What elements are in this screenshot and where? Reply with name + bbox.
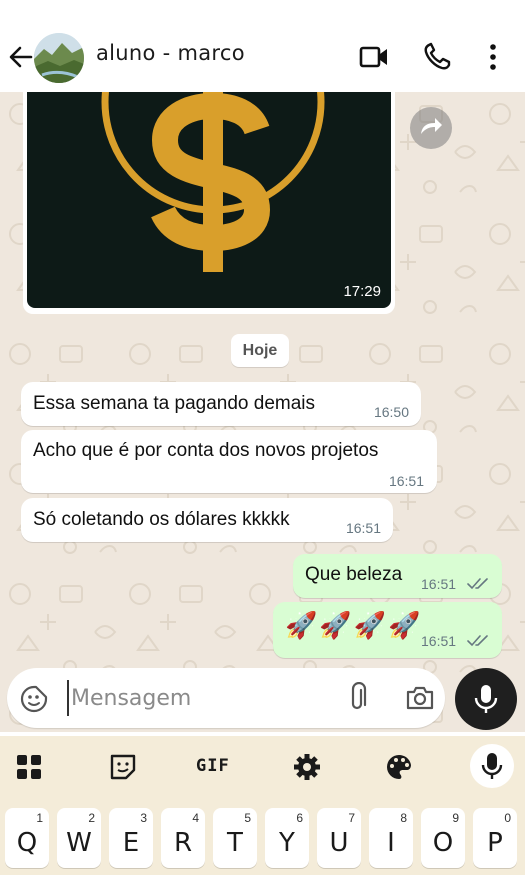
sticker-button[interactable]: [107, 752, 139, 782]
voice-call-button[interactable]: [420, 40, 456, 74]
incoming-message[interactable]: Essa semana ta pagando demais 16:50: [21, 382, 421, 426]
message-time: 16:51: [345, 520, 381, 536]
outgoing-message[interactable]: Que beleza 16:51: [293, 554, 502, 598]
keyboard-voice-button[interactable]: [470, 744, 514, 788]
key-w[interactable]: W2: [57, 808, 101, 868]
more-options-button[interactable]: [478, 40, 508, 74]
message-text: 🚀🚀🚀🚀: [285, 610, 423, 640]
back-button[interactable]: [6, 42, 36, 72]
gear-icon: [294, 754, 320, 780]
forward-icon: [421, 118, 442, 134]
key-char: U: [329, 828, 349, 858]
key-char: Y: [279, 828, 295, 858]
sticker-icon: [110, 754, 136, 780]
key-number: 5: [244, 811, 251, 825]
arrow-left-icon: [9, 46, 33, 68]
key-r[interactable]: R4: [161, 808, 205, 868]
mic-icon: [474, 685, 498, 713]
dollar-coin-image[interactable]: 17:29: [27, 92, 391, 308]
key-char: I: [387, 828, 395, 858]
key-number: 8: [400, 811, 407, 825]
key-e[interactable]: E3: [109, 808, 153, 868]
forward-button[interactable]: [410, 107, 452, 149]
video-call-button[interactable]: [356, 40, 392, 74]
key-number: 2: [88, 811, 95, 825]
paperclip-icon: [351, 681, 367, 710]
key-char: O: [432, 828, 454, 858]
message-composer: [7, 668, 445, 728]
key-char: E: [122, 828, 140, 858]
key-number: 9: [452, 811, 459, 825]
message-text: Que beleza: [305, 564, 403, 585]
message-time: 16:51: [388, 473, 424, 489]
message-time: 16:51: [421, 633, 457, 649]
settings-button[interactable]: [291, 752, 323, 782]
dollar-sign-icon: [101, 92, 325, 272]
key-number: 7: [348, 811, 355, 825]
message-text: Essa semana ta pagando demais: [33, 393, 316, 414]
camera-button[interactable]: [405, 684, 435, 712]
key-number: 3: [140, 811, 147, 825]
voice-message-button[interactable]: [455, 668, 517, 730]
phone-icon: [424, 42, 451, 70]
contact-name[interactable]: aluno - marco: [96, 41, 245, 65]
video-camera-icon: [359, 46, 387, 68]
mic-icon: [481, 753, 503, 779]
key-t[interactable]: T5: [213, 808, 257, 868]
key-number: 0: [504, 811, 511, 825]
message-input[interactable]: [67, 680, 341, 716]
key-number: 6: [296, 811, 303, 825]
attach-button[interactable]: [344, 681, 372, 714]
palette-icon: [387, 755, 411, 779]
message-time: 16:50: [373, 404, 409, 420]
key-number: 1: [36, 811, 43, 825]
key-char: R: [173, 828, 193, 858]
theme-button[interactable]: [383, 752, 415, 782]
message-time: 16:51: [421, 576, 457, 592]
emoji-button[interactable]: [19, 684, 49, 714]
read-ticks-icon: [467, 578, 488, 590]
incoming-message[interactable]: Acho que é por conta dos novos projetos …: [21, 430, 437, 493]
key-q[interactable]: Q1: [5, 808, 49, 868]
key-i[interactable]: I8: [369, 808, 413, 868]
grid-icon: [17, 755, 41, 779]
key-char: Q: [16, 828, 38, 858]
contact-avatar[interactable]: [34, 33, 84, 83]
more-vertical-icon: [490, 44, 496, 70]
keyboard-row: Q1 W2 E3 R4 T5 Y6 U7 I8 O9 P0: [0, 798, 525, 875]
sticker-icon: [20, 685, 48, 713]
key-p[interactable]: P0: [473, 808, 517, 868]
key-char: T: [227, 828, 243, 858]
key-y[interactable]: Y6: [265, 808, 309, 868]
chat-area[interactable]: 17:29 Hoje Essa semana ta pagando demais…: [0, 92, 525, 732]
key-u[interactable]: U7: [317, 808, 361, 868]
keyboard-toolbar: GIF: [0, 736, 525, 798]
message-text: Acho que é por conta dos novos projetos: [33, 440, 379, 461]
message-text: Só coletando os dólares kkkkk: [33, 509, 290, 530]
chat-header: aluno - marco: [0, 0, 525, 92]
outgoing-message[interactable]: 🚀🚀🚀🚀 16:51: [273, 602, 502, 658]
key-number: 4: [192, 811, 199, 825]
apps-button[interactable]: [14, 752, 46, 782]
key-o[interactable]: O9: [421, 808, 465, 868]
key-char: P: [487, 828, 503, 858]
message-time: 17:29: [343, 283, 381, 300]
gif-button[interactable]: GIF: [196, 756, 230, 776]
image-message[interactable]: 17:29: [23, 92, 395, 314]
date-separator: Hoje: [231, 334, 289, 367]
key-char: W: [66, 828, 92, 858]
incoming-message[interactable]: Só coletando os dólares kkkkk 16:51: [21, 498, 393, 542]
read-ticks-icon: [467, 635, 488, 647]
camera-icon: [406, 686, 434, 710]
